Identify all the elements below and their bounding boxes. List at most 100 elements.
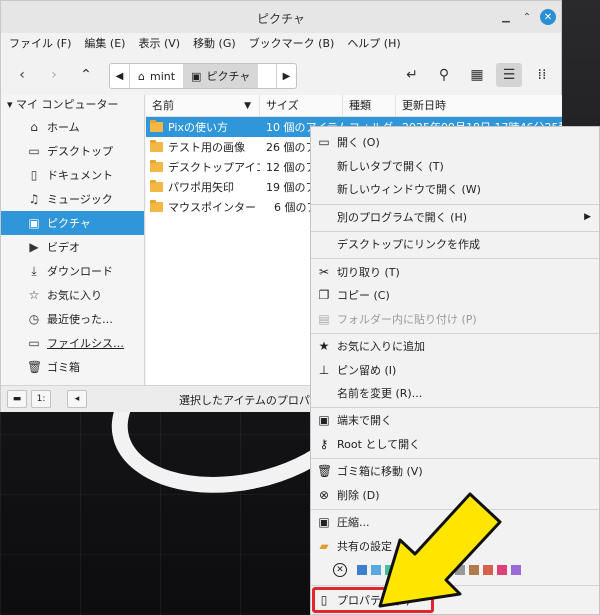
folder-icon xyxy=(150,120,163,132)
hide-sidebar-icon[interactable]: ◂ xyxy=(67,390,87,408)
sidebar-item-recent[interactable]: ◷ 最近使った… xyxy=(1,307,144,331)
close-button[interactable]: ✕ xyxy=(540,9,556,25)
back-icon[interactable]: ‹ xyxy=(9,63,35,87)
delete-icon: ⊗ xyxy=(318,488,330,502)
menu-item-pin[interactable]: ⊥ ピン留め (I) xyxy=(311,359,599,381)
star-add-icon: ★ xyxy=(318,339,330,353)
column-headers: 名前 ▼ サイズ 種類 更新日時 xyxy=(146,95,562,117)
sidebar-header: ▾ マイ コンピューター xyxy=(7,98,119,111)
sidebar-item-desktop[interactable]: ▭ デスクトップ xyxy=(1,139,144,163)
menu-item-open[interactable]: ▭ 開く (O) xyxy=(311,131,599,153)
menu-bar: ファイル (F) 編集 (E) 表示 (V) 移動 (G) ブックマーク (B)… xyxy=(1,33,561,55)
maximize-button[interactable]: ⌃ xyxy=(519,9,535,25)
menu-separator xyxy=(311,458,599,459)
menu-item-move-trash[interactable]: 🗑 ゴミ箱に移動 (V) xyxy=(311,460,599,482)
compact-view-icon[interactable]: ⁞⁞ xyxy=(529,63,555,87)
menu-item-desktop-link[interactable]: デスクトップにリンクを作成 xyxy=(311,233,599,255)
toolbar: ‹ › ⌃ ◀ ⌂ mint ▣ ピクチャ ▶ ↵ ⚲ ▦ ☰ ⁞⁞ xyxy=(1,55,561,95)
menu-go[interactable]: 移動 (G) xyxy=(193,33,236,55)
toggle-location-icon[interactable]: ↵ xyxy=(399,63,425,87)
trash-icon: 🗑 xyxy=(317,464,333,478)
menu-file[interactable]: ファイル (F) xyxy=(9,33,71,55)
path-segment-current[interactable]: ▣ ピクチャ xyxy=(183,64,259,88)
download-icon: ⤓ xyxy=(31,263,37,278)
sidebar: ▾ マイ コンピューター ⌂ ホーム ▭ デスクトップ ▯ ドキュメント ♫ ミュージッ… xyxy=(1,95,145,385)
scissors-icon: ✂ xyxy=(318,265,330,279)
list-view-icon[interactable]: ☰ xyxy=(496,63,522,87)
column-header-date[interactable]: 更新日時 xyxy=(396,95,562,116)
path-left-arrow-icon[interactable]: ◀ xyxy=(110,64,130,88)
menu-separator xyxy=(311,204,599,205)
folder-icon xyxy=(150,140,163,152)
title-bar: ピクチャ ▁ ⌃ ✕ xyxy=(1,1,561,33)
path-right-arrow-icon[interactable]: ▶ xyxy=(276,64,296,88)
menu-item-copy[interactable]: ❐ コピー (C) xyxy=(311,284,599,306)
forward-icon[interactable]: › xyxy=(41,63,67,87)
sidebar-item-filesystem[interactable]: ▭ ファイルシス… xyxy=(1,331,144,355)
menu-view[interactable]: 表示 (V) xyxy=(138,33,180,55)
menu-separator xyxy=(311,333,599,334)
menu-bookmarks[interactable]: ブックマーク (B) xyxy=(249,33,335,55)
home-icon: ⌂ xyxy=(30,120,38,134)
menu-edit[interactable]: 編集 (E) xyxy=(84,33,125,55)
pin-icon: ⊥ xyxy=(318,363,330,377)
drive-icon: ▭ xyxy=(28,336,40,350)
picture-icon: ▣ xyxy=(191,69,202,83)
menu-separator xyxy=(311,258,599,259)
menu-separator xyxy=(311,231,599,232)
menu-item-open-root[interactable]: ⚷ Root として開く xyxy=(311,433,599,455)
window-title: ピクチャ xyxy=(257,12,305,26)
color-swatch-12[interactable] xyxy=(511,565,521,575)
archive-icon: ▣ xyxy=(318,515,330,529)
minimize-button[interactable]: ▁ xyxy=(498,9,514,25)
star-icon: ☆ xyxy=(28,288,40,302)
menu-item-open-new-window[interactable]: 新しいウィンドウで開く (W) xyxy=(311,178,599,200)
sidebar-item-documents[interactable]: ▯ ドキュメント xyxy=(1,163,144,187)
sidebar-item-music[interactable]: ♫ ミュージック xyxy=(1,187,144,211)
clipboard-icon: ▤ xyxy=(318,312,330,326)
key-icon: ⚷ xyxy=(319,437,329,451)
menu-help[interactable]: ヘルプ (H) xyxy=(347,33,400,55)
trash-icon: 🗑 xyxy=(27,360,43,374)
folder-icon xyxy=(150,160,163,172)
up-icon[interactable]: ⌃ xyxy=(73,63,99,87)
sidebar-item-videos[interactable]: ▶ ビデオ xyxy=(1,235,144,259)
menu-item-cut[interactable]: ✂ 切り取り (T) xyxy=(311,261,599,283)
clock-icon: ◷ xyxy=(28,312,40,326)
column-header-name[interactable]: 名前 ▼ xyxy=(146,95,260,116)
sidebar-item-pictures[interactable]: ▣ ピクチャ xyxy=(1,211,144,235)
folder-icon xyxy=(150,200,163,212)
video-icon: ▶ xyxy=(29,240,39,254)
show-tree-icon[interactable]: 1: xyxy=(31,390,51,408)
path-segment-home[interactable]: ⌂ mint xyxy=(130,64,183,88)
show-places-icon[interactable]: ▬ xyxy=(7,390,27,408)
menu-item-open-terminal[interactable]: ▣ 端末で開く xyxy=(311,409,599,431)
menu-item-add-favorite[interactable]: ★ お気に入りに追加 xyxy=(311,335,599,357)
column-header-type[interactable]: 種類 xyxy=(343,95,396,116)
menu-item-open-new-tab[interactable]: 新しいタブで開く (T) xyxy=(311,155,599,177)
arrow-shape xyxy=(378,492,502,608)
folder-icon xyxy=(150,180,163,192)
copy-icon: ❐ xyxy=(318,288,330,302)
path-bar: ◀ ⌂ mint ▣ ピクチャ ▶ xyxy=(109,63,297,89)
sort-down-icon: ▼ xyxy=(244,101,251,111)
path-home-label: mint xyxy=(149,69,176,83)
sidebar-item-trash[interactable]: 🗑 ゴミ箱 xyxy=(1,355,144,379)
music-icon: ♫ xyxy=(28,192,40,206)
sidebar-item-home[interactable]: ⌂ ホーム xyxy=(1,115,144,139)
sidebar-item-downloads[interactable]: ⤓ ダウンロード xyxy=(1,259,144,283)
menu-item-open-with[interactable]: 別のプログラムで開く (H) ▶ xyxy=(311,206,599,228)
search-icon[interactable]: ⚲ xyxy=(431,63,457,87)
submenu-arrow-icon: ▶ xyxy=(584,212,591,222)
column-header-size[interactable]: サイズ xyxy=(260,95,343,116)
terminal-icon: ▣ xyxy=(318,413,330,427)
yellow-pointer-arrow-icon xyxy=(378,492,502,608)
menu-item-paste-into[interactable]: ▤ フォルダー内に貼り付け (P) xyxy=(311,308,599,330)
path-current-label: ピクチャ xyxy=(206,70,251,83)
icon-view-icon[interactable]: ▦ xyxy=(464,63,490,87)
folder-open-icon: ▭ xyxy=(318,135,330,149)
menu-item-rename[interactable]: 名前を変更 (R)... xyxy=(311,382,599,404)
folder-icon: ▭ xyxy=(28,144,40,158)
clear-color-icon[interactable]: ✕ xyxy=(333,563,347,577)
sidebar-item-favorites[interactable]: ☆ お気に入り xyxy=(1,283,144,307)
